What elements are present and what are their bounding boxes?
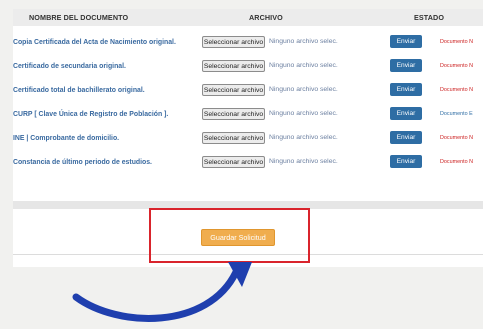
curved-arrow-icon xyxy=(72,262,252,322)
